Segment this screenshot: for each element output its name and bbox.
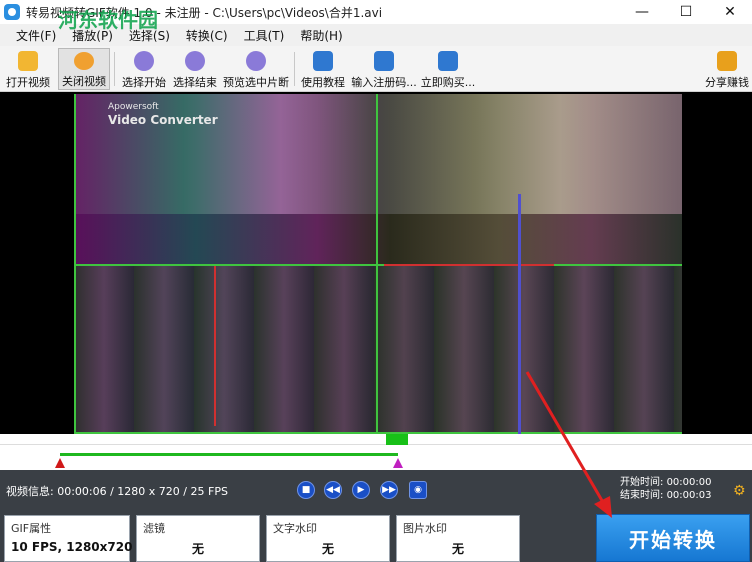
frame-grid-line (74, 94, 76, 434)
maximize-button[interactable]: ☐ (664, 0, 708, 24)
gif-properties-panel[interactable]: GIF属性 10 FPS, 1280x720 (4, 515, 133, 562)
bottom-panel-bar: GIF属性 10 FPS, 1280x720 滤镜 无 文字水印 无 图片水印 … (0, 510, 752, 562)
start-time-label: 开始时间: (620, 477, 664, 488)
folder-icon (18, 51, 38, 71)
end-time-label: 结束时间: (620, 490, 664, 501)
video-overlay-brand: Apowersoft (108, 102, 159, 112)
preview-play-icon (246, 51, 266, 71)
book-icon (313, 51, 333, 71)
forward-button[interactable]: ▶▶ (380, 481, 398, 499)
toolbar: 打开视频 关闭视频 选择开始 选择结束 预览选中片断 使用教程 输入注册码...… (0, 46, 752, 92)
time-readout: 开始时间: 00:00:00 结束时间: 00:00:03 (620, 476, 711, 502)
seek-track[interactable] (0, 434, 752, 445)
menu-tools[interactable]: 工具(T) (236, 27, 293, 44)
stop-button[interactable]: ■ (297, 481, 315, 499)
rewind-button[interactable]: ◀◀ (324, 481, 342, 499)
frame-red-line (214, 266, 216, 426)
image-watermark-title: 图片水印 (403, 522, 447, 535)
select-start-label: 选择开始 (122, 76, 166, 89)
gift-icon (717, 51, 737, 71)
snapshot-button[interactable]: ◉ (409, 481, 427, 499)
share-label: 分享赚钱 (705, 76, 749, 89)
minimize-button[interactable]: — (620, 0, 664, 24)
menu-file[interactable]: 文件(F) (8, 27, 64, 44)
gif-properties-value: 10 FPS, 1280x720 (11, 540, 133, 554)
filter-value: 无 (191, 542, 204, 556)
app-icon (4, 4, 20, 20)
close-button[interactable]: ✕ (708, 0, 752, 24)
video-frame-upper (74, 94, 682, 214)
enter-code-button[interactable]: 输入注册码... (351, 48, 417, 90)
menu-convert[interactable]: 转换(C) (178, 27, 236, 44)
toolbar-divider (294, 52, 295, 86)
buy-now-label: 立即购买... (420, 76, 476, 89)
enter-code-label: 输入注册码... (351, 76, 417, 89)
select-end-button[interactable]: 选择结束 (171, 48, 219, 90)
start-convert-button[interactable]: 开始转换 (596, 514, 750, 562)
open-video-label: 打开视频 (6, 76, 50, 89)
select-start-button[interactable]: 选择开始 (120, 48, 168, 90)
window-controls: — ☐ ✕ (620, 0, 752, 24)
selection-range-bar (60, 453, 398, 456)
start-marker-handle[interactable] (55, 458, 65, 468)
menu-help[interactable]: 帮助(H) (292, 27, 350, 44)
close-video-button[interactable]: 关闭视频 (58, 48, 110, 90)
tutorial-button[interactable]: 使用教程 (299, 48, 347, 90)
title-bar: 转易视频转GIF软件 1.0 - 未注册 - C:\Users\pc\Video… (0, 0, 752, 24)
open-video-button[interactable]: 打开视频 (4, 48, 52, 90)
menu-select[interactable]: 选择(S) (121, 27, 178, 44)
filter-title: 滤镜 (143, 522, 165, 535)
video-overlay-product: Video Converter (108, 113, 218, 127)
close-video-label: 关闭视频 (62, 75, 106, 88)
gif-properties-title: GIF属性 (11, 522, 52, 535)
info-bar: 视频信息: 00:00:06 / 1280 x 720 / 25 FPS ■ ◀… (0, 470, 752, 510)
start-marker-icon (134, 51, 154, 71)
key-icon (374, 51, 394, 71)
preview-clip-button[interactable]: 预览选中片断 (222, 48, 290, 90)
buy-now-button[interactable]: 立即购买... (420, 48, 476, 90)
end-marker-handle[interactable] (393, 458, 403, 468)
close-video-icon (74, 52, 94, 70)
menu-bar: 文件(F) 播放(P) 选择(S) 转换(C) 工具(T) 帮助(H) (0, 24, 752, 46)
cart-icon (438, 51, 458, 71)
frame-grid-line (74, 264, 682, 266)
frame-blue-line (518, 194, 521, 434)
video-info: 视频信息: 00:00:06 / 1280 x 720 / 25 FPS (6, 485, 228, 498)
end-time-value: 00:00:03 (666, 490, 712, 501)
playhead-handle[interactable] (386, 434, 408, 445)
video-frame-lower (74, 264, 682, 434)
text-watermark-title: 文字水印 (273, 522, 317, 535)
video-preview-area: Apowersoft Video Converter (0, 92, 752, 434)
timeline (0, 434, 752, 470)
toolbar-divider (114, 52, 115, 86)
image-watermark-panel[interactable]: 图片水印 无 (396, 515, 520, 562)
video-frame: Apowersoft Video Converter (74, 94, 682, 434)
settings-gear-icon[interactable]: ⚙ (733, 484, 746, 498)
menu-play[interactable]: 播放(P) (64, 27, 121, 44)
frame-grid-line (376, 94, 378, 434)
text-watermark-panel[interactable]: 文字水印 无 (266, 515, 390, 562)
preview-clip-label: 预览选中片断 (223, 76, 289, 89)
end-marker-icon (185, 51, 205, 71)
window-title: 转易视频转GIF软件 1.0 - 未注册 - C:\Users\pc\Video… (26, 5, 383, 20)
tutorial-label: 使用教程 (301, 76, 345, 89)
select-end-label: 选择结束 (173, 76, 217, 89)
filter-panel[interactable]: 滤镜 无 (136, 515, 260, 562)
share-button[interactable]: 分享赚钱 (704, 48, 750, 90)
play-button[interactable]: ▶ (352, 481, 370, 499)
frame-red-line (384, 264, 554, 266)
image-watermark-value: 无 (451, 542, 464, 556)
text-watermark-value: 无 (321, 542, 334, 556)
start-time-value: 00:00:00 (666, 477, 712, 488)
